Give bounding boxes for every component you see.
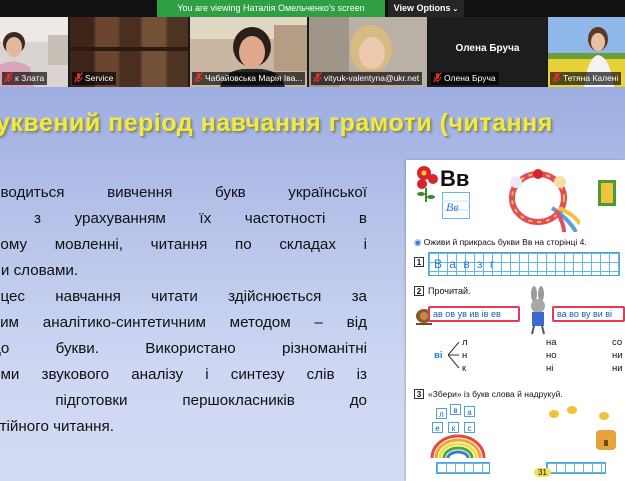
participant-name-label: Олена Бруча (431, 72, 499, 85)
slide-text-line: оводиться вивчення букв української (0, 184, 367, 201)
letter-tile: в (450, 404, 461, 415)
task-number: 1 (414, 257, 424, 267)
rainbow-illustration (430, 434, 486, 459)
participant-strip: к Злата Service Чабайовська Марія Іва... (0, 17, 625, 87)
column1-item: л (462, 337, 468, 348)
column1-item: к (462, 363, 467, 374)
slide-text-line: оми звукового аналізу і синтезу слів із (0, 366, 367, 383)
mic-muted-icon (552, 72, 561, 83)
participant-name: к Злата (15, 73, 45, 83)
hare-illustration (531, 286, 545, 335)
slide-text-line: ли словами. (0, 262, 79, 279)
bees-and-hive-illustration (549, 406, 616, 450)
slide-text-line: о підготовки першокласників до (0, 392, 367, 409)
wreath-illustration (509, 169, 580, 232)
mic-muted-icon (4, 72, 13, 83)
slide-text-line: ному мовленні, читання по складах і (0, 236, 367, 253)
eye-icon: ◉ (414, 237, 422, 247)
textbook-letter-heading: Вв (440, 166, 470, 191)
column3-item: ни (612, 363, 623, 374)
participant-tile-no-video[interactable]: Олена Бруча Олена Бруча (429, 17, 546, 87)
chevron-down-icon: ⌄ (452, 6, 459, 13)
column2-item: на (546, 337, 557, 348)
top-notification-bar: You are viewing Наталія Омельченко's scr… (0, 0, 625, 17)
task1-letters: В а в з г (434, 257, 497, 271)
slide-title: уквений період навчання грамоти (читання (0, 109, 553, 137)
mic-muted-icon (194, 72, 203, 83)
letter-tile: а (464, 406, 475, 417)
participant-name: Чабайовська Марія Іва... (205, 73, 303, 83)
answer-grid (546, 462, 606, 474)
participant-tile[interactable]: Тетяна Калені (548, 17, 625, 87)
task-number: 3 (414, 389, 424, 399)
participant-display-name: Олена Бруча (455, 43, 520, 54)
participant-name-label: к Злата (2, 72, 48, 85)
view-options-label: View Options (393, 3, 451, 13)
ornament-icon (598, 180, 616, 206)
view-options-button[interactable]: View Options ⌄ (388, 0, 464, 17)
participant-name: vityuk-valentyna@ukr.net (324, 73, 420, 83)
task-intro-text: Оживи й прикрась букви Вв на сторінці 4. (423, 237, 587, 247)
viewing-screen-banner: You are viewing Наталія Омельченко's scr… (157, 0, 385, 17)
slide-text-line: оцес навчання читати здійснюється за (0, 288, 367, 305)
mic-muted-icon (313, 72, 322, 83)
mic-muted-icon (433, 72, 442, 83)
participant-name-label: Чабайовська Марія Іва... (192, 72, 305, 85)
participant-name: Тетяна Калені (563, 73, 619, 83)
slide-text-line: вим аналітико-синтетичним методом – від (0, 314, 367, 331)
participant-name-label: Service (72, 72, 117, 85)
participant-name-label: Тетяна Калені (550, 72, 622, 85)
letter-tile: с (464, 422, 475, 433)
participant-name: Олена Бруча (444, 73, 496, 83)
shared-screen-slide: уквений період навчання грамоти (читання… (0, 87, 625, 481)
column3-item: ни (612, 350, 623, 361)
participant-name: Service (85, 73, 114, 83)
column3-item: со (612, 337, 623, 348)
participant-tile-active[interactable]: Чабайовська Марія Іва... (190, 17, 307, 87)
slide-body-text: оводиться вивчення букв української и з … (0, 180, 367, 440)
task-number: 2 (414, 286, 424, 296)
task3-label: «Збери» із букв слова й надрукуй. (428, 389, 563, 399)
column2-item: но (546, 350, 557, 361)
column1-head: ві (434, 350, 443, 361)
syllable-band-right: ва во ву ви ві (552, 306, 625, 322)
answer-grid (436, 462, 490, 474)
participant-tile[interactable]: к Злата (0, 17, 68, 87)
letter-tile: л (436, 408, 447, 419)
column1-item: н (462, 350, 468, 361)
flower-decoration-icon (417, 166, 438, 202)
slide-text-line: и з урахуванням їх частотності в (0, 210, 367, 227)
textbook-page-image: Вв Вв ◉ Оживи й прикрась букви Вв на сто… (406, 160, 625, 481)
column2-item: ні (546, 363, 554, 374)
handwriting-box: Вв (442, 192, 470, 219)
syllable-band-left: ав ов ув ив ів ев (428, 306, 520, 322)
participant-tile[interactable]: vityuk-valentyna@ukr.net (309, 17, 427, 87)
slide-text-line: до букви. Використано різноманітні (0, 340, 367, 357)
letter-tile: к (448, 422, 459, 433)
participant-tile[interactable]: Service (70, 17, 188, 87)
task2-label: Прочитай. (428, 286, 471, 296)
branch-lines (448, 341, 460, 369)
slide-text-line: стійного читання. (0, 418, 114, 435)
page-number: 31 (534, 468, 551, 477)
letter-tile: е (432, 422, 443, 433)
mic-muted-icon (74, 72, 83, 83)
svg-text:Вв: Вв (446, 200, 459, 214)
participant-name-label: vityuk-valentyna@ukr.net (311, 72, 423, 85)
task-intro: ◉ Оживи й прикрась букви Вв на сторінці … (414, 237, 587, 248)
